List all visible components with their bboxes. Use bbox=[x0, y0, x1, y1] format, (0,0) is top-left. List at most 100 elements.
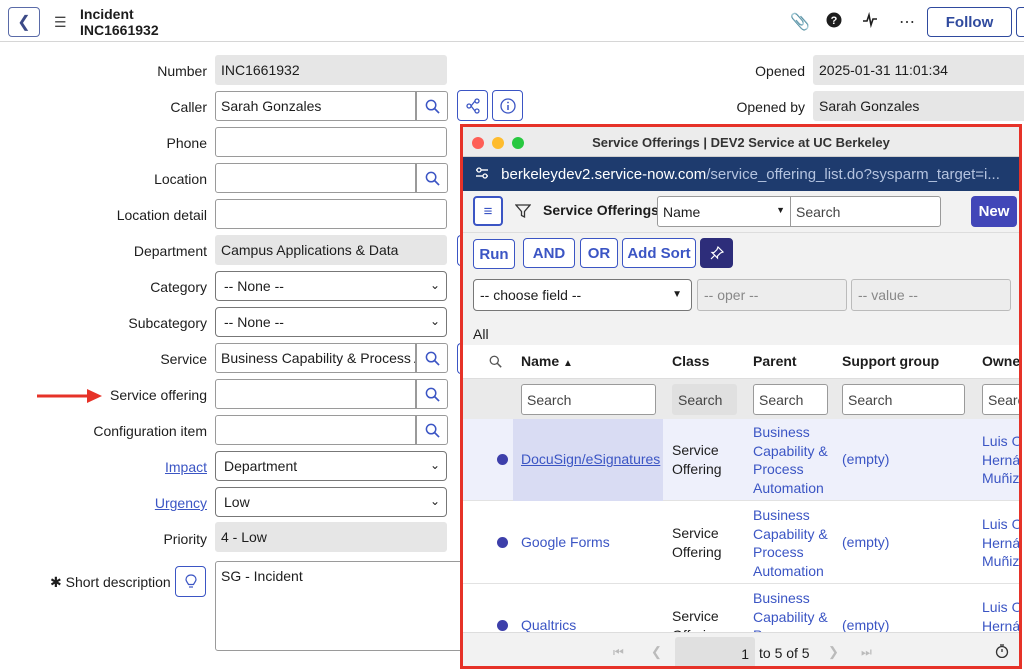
subcategory-select[interactable]: -- None -- ⌄ bbox=[215, 307, 447, 337]
choose-field-selected: -- choose field -- bbox=[480, 287, 582, 303]
location-detail-field[interactable] bbox=[215, 199, 447, 229]
row-class: Service Offering bbox=[672, 442, 722, 477]
or-button[interactable]: OR bbox=[580, 238, 618, 268]
follow-button[interactable]: Follow bbox=[927, 7, 1012, 37]
url-path: /service_offering_list.do?sysparm_target… bbox=[706, 166, 1000, 183]
support-group-column-search[interactable]: Search bbox=[842, 384, 965, 415]
row-owner-link[interactable]: Luis O Hernández Muñiz bbox=[982, 432, 1019, 488]
choose-field-select[interactable]: -- choose field -- ▼ bbox=[473, 279, 692, 311]
column-header-parent[interactable]: Parent bbox=[753, 353, 797, 369]
row-support-group[interactable]: (empty) bbox=[842, 450, 889, 469]
caller-field[interactable]: Sarah Gonzales bbox=[215, 91, 416, 121]
column-name-label: Name bbox=[521, 353, 560, 369]
search-field-select[interactable]: Name ▼ bbox=[657, 196, 791, 227]
category-selected: -- None -- bbox=[224, 278, 284, 294]
column-header-class[interactable]: Class bbox=[672, 353, 709, 369]
row-owner-link[interactable]: Luis O Hernández Muñiz bbox=[982, 515, 1019, 571]
run-button[interactable]: Run bbox=[473, 239, 515, 269]
service-label: Service bbox=[160, 351, 207, 367]
category-label: Category bbox=[150, 279, 207, 295]
number-field: INC1661932 bbox=[215, 55, 447, 85]
list-menu-button[interactable]: ≡ bbox=[473, 196, 503, 226]
search-icon bbox=[425, 99, 440, 114]
overflow-button[interactable] bbox=[1016, 7, 1024, 37]
activity-icon[interactable] bbox=[862, 11, 878, 33]
url-bar[interactable]: berkeleydev2.service-now.com/service_off… bbox=[463, 157, 1019, 191]
previous-page-icon[interactable]: ❮ bbox=[651, 644, 662, 660]
next-page-icon[interactable]: ❯ bbox=[828, 644, 839, 660]
page-range-text: to 5 of 5 bbox=[759, 645, 810, 661]
parent-column-search[interactable]: Search bbox=[753, 384, 828, 415]
config-item-lookup-button[interactable] bbox=[416, 415, 448, 445]
value-input[interactable]: -- value -- bbox=[851, 279, 1011, 311]
page-number-input[interactable]: 1 bbox=[675, 637, 755, 666]
caller-lookup-button[interactable] bbox=[416, 91, 448, 121]
caller-hierarchy-button[interactable] bbox=[457, 90, 488, 121]
breadcrumb-all[interactable]: All bbox=[473, 326, 489, 342]
chevron-left-icon: ❮ bbox=[17, 14, 31, 31]
subcategory-selected: -- None -- bbox=[224, 314, 284, 330]
row-name-link[interactable]: DocuSign/eSignatures bbox=[521, 450, 660, 469]
sort-ascending-icon: ▲ bbox=[563, 358, 573, 369]
row-parent-link[interactable]: Business Capability & Process Automation bbox=[753, 423, 833, 497]
more-options-icon[interactable]: ⋯ bbox=[899, 12, 915, 32]
first-page-icon[interactable]: ⏮ bbox=[613, 645, 624, 660]
help-icon[interactable]: ? bbox=[826, 12, 842, 33]
impact-select[interactable]: Department ⌄ bbox=[215, 451, 447, 481]
suggestion-button[interactable] bbox=[175, 566, 206, 597]
service-offering-lookup-button[interactable] bbox=[416, 379, 448, 409]
service-offering-field[interactable] bbox=[215, 379, 416, 409]
config-item-field[interactable] bbox=[215, 415, 416, 445]
name-column-search[interactable]: Search bbox=[521, 384, 656, 415]
service-field[interactable]: Business Capability & Process Automation bbox=[215, 343, 416, 373]
column-search-toggle-icon[interactable] bbox=[489, 355, 502, 373]
urgency-select[interactable]: Low ⌄ bbox=[215, 487, 447, 517]
row-class: Service Offering bbox=[672, 525, 722, 560]
list-toolbar: ≡ Service Offerings Name ▼ Search New bbox=[463, 191, 1019, 233]
table-row[interactable]: DocuSign/eSignatures Service Offering Bu… bbox=[463, 419, 1019, 501]
opened-field: 2025-01-31 11:01:34 bbox=[813, 55, 1024, 85]
new-button[interactable]: New bbox=[971, 196, 1017, 227]
row-name-link[interactable]: Google Forms bbox=[521, 533, 610, 552]
column-header-support-group[interactable]: Support group bbox=[842, 353, 939, 369]
back-button[interactable]: ❮ bbox=[8, 7, 40, 37]
status-dot-icon bbox=[497, 537, 508, 548]
urgency-label[interactable]: Urgency bbox=[7, 495, 207, 511]
chevron-down-icon: ⌄ bbox=[429, 278, 440, 292]
last-page-icon[interactable]: ⏭ bbox=[861, 645, 872, 660]
phone-field[interactable] bbox=[215, 127, 447, 157]
row-support-group[interactable]: (empty) bbox=[842, 533, 889, 552]
column-header-name[interactable]: Name ▲ bbox=[521, 353, 573, 369]
caller-info-button[interactable] bbox=[492, 90, 523, 121]
lightbulb-icon bbox=[184, 573, 197, 588]
location-field[interactable] bbox=[215, 163, 416, 193]
row-parent-link[interactable]: Business Capability & Process Automation bbox=[753, 506, 833, 580]
subcategory-label: Subcategory bbox=[128, 315, 207, 331]
filter-icon[interactable] bbox=[514, 203, 532, 224]
table-row[interactable]: Google Forms Service Offering Business C… bbox=[463, 501, 1019, 584]
pin-icon bbox=[710, 246, 724, 260]
menu-icon[interactable]: ☰ bbox=[54, 14, 67, 31]
column-header-owner[interactable]: Owner bbox=[982, 353, 1019, 369]
class-column-search: Search bbox=[672, 384, 737, 415]
popup-titlebar: Service Offerings | DEV2 Service at UC B… bbox=[463, 127, 1019, 157]
owner-column-search[interactable]: Searc bbox=[982, 384, 1019, 415]
status-dot-icon bbox=[497, 454, 508, 465]
add-sort-button[interactable]: Add Sort bbox=[622, 238, 696, 268]
category-select[interactable]: -- None -- ⌄ bbox=[215, 271, 447, 301]
service-lookup-button[interactable] bbox=[416, 343, 448, 373]
caller-label: Caller bbox=[170, 99, 207, 115]
chevron-down-icon: ⌄ bbox=[429, 314, 440, 328]
paperclip-icon[interactable]: 📎 bbox=[790, 12, 810, 32]
location-lookup-button[interactable] bbox=[416, 163, 448, 193]
list-search-input[interactable]: Search bbox=[790, 196, 941, 227]
operator-select[interactable]: -- oper -- bbox=[697, 279, 847, 311]
location-detail-label: Location detail bbox=[116, 207, 207, 223]
pin-button[interactable] bbox=[700, 238, 733, 268]
and-button[interactable]: AND bbox=[523, 238, 575, 268]
chevron-down-icon: ⌄ bbox=[429, 494, 440, 508]
site-settings-icon[interactable] bbox=[475, 166, 493, 183]
record-number: INC1661932 bbox=[80, 22, 159, 38]
impact-label[interactable]: Impact bbox=[7, 459, 207, 475]
short-description-field[interactable]: SG - Incident bbox=[215, 561, 465, 651]
